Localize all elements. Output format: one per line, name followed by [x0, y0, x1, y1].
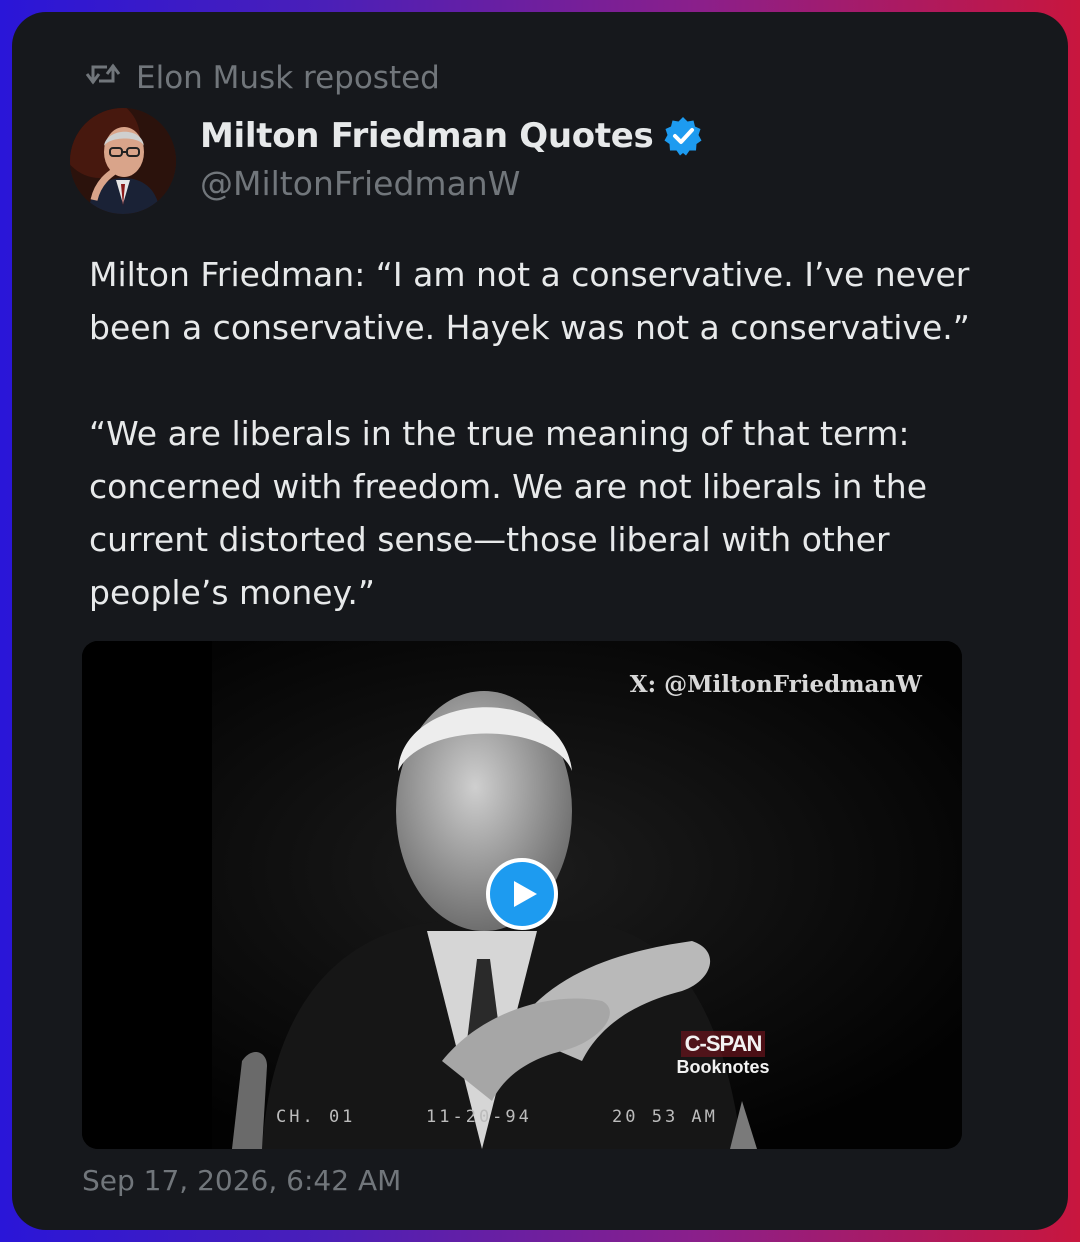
author-name[interactable]: Milton Friedman Quotes — [200, 116, 654, 156]
tweet-paragraph: “We are liberals in the true meaning of … — [89, 414, 928, 612]
video-watermark: X: @MiltonFriedmanW — [629, 671, 922, 698]
video-overlay-time: 20 53 AM — [612, 1107, 718, 1127]
video-overlay-channel: CH. 01 — [276, 1107, 356, 1127]
post-timestamp[interactable]: Sep 17, 2026, 6:42 AM — [82, 1164, 401, 1197]
avatar[interactable] — [70, 108, 176, 214]
video-player[interactable]: X: @MiltonFriedmanW C-SPAN Booknotes CH.… — [82, 641, 962, 1149]
broadcast-logo: C-SPAN Booknotes — [670, 1031, 776, 1078]
broadcast-logo-show: Booknotes — [676, 1057, 770, 1077]
broadcast-logo-name: C-SPAN — [680, 1031, 766, 1057]
play-icon — [514, 881, 537, 907]
author-name-row[interactable]: Milton Friedman Quotes — [200, 112, 704, 160]
tweet-text: Milton Friedman: “I am not a conservativ… — [89, 248, 989, 619]
video-overlay-date: 11-20-94 — [426, 1107, 532, 1127]
play-button[interactable] — [486, 858, 558, 930]
verified-badge-icon — [662, 115, 704, 157]
post-card[interactable]: Elon Musk reposted Milton Friedman Quote… — [12, 12, 1068, 1230]
repost-indicator[interactable]: Elon Musk reposted — [84, 56, 440, 100]
tweet-paragraph: Milton Friedman: “I am not a conservativ… — [89, 255, 970, 347]
repost-label: Elon Musk reposted — [136, 60, 440, 96]
author-handle[interactable]: @MiltonFriedmanW — [200, 164, 520, 203]
repost-icon — [84, 59, 122, 97]
